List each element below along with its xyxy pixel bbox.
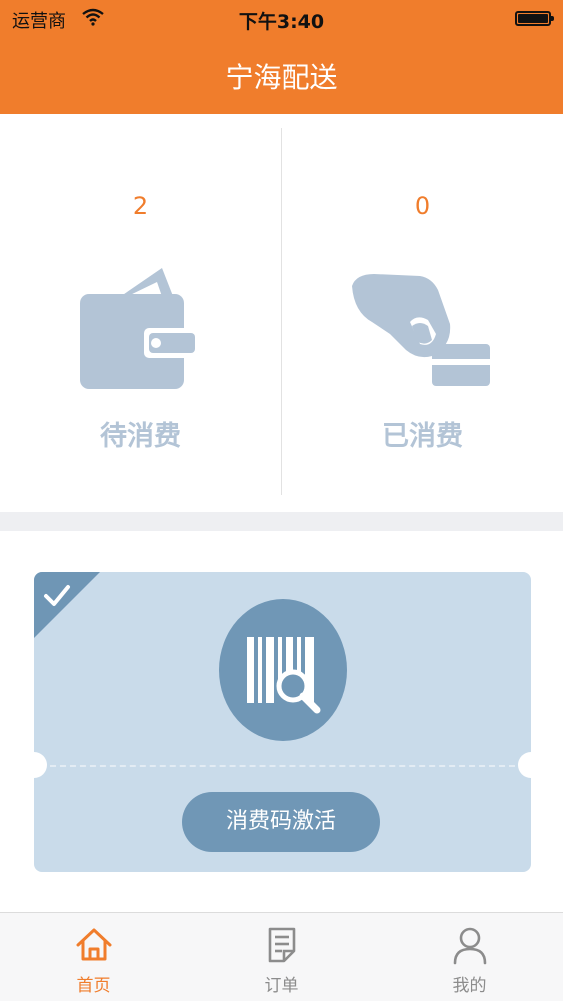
clock: 下午3:40 [238,11,325,33]
activate-code-button[interactable]: 消费码激活 [182,792,380,852]
tab-bar: 首页 订单 我的 [0,912,563,1001]
tab-orders[interactable]: 订单 [188,913,375,1001]
wallet-icon [80,268,200,389]
ticket-notch-right [518,752,544,778]
page-title: 宁海配送 [225,61,338,94]
tab-orders-label: 订单 [264,976,299,996]
consumed-count: 0 [414,192,431,220]
consumed-label: 已消费 [382,421,463,452]
home-icon [76,928,112,961]
checkmark-icon [34,572,100,638]
hand-card-icon [352,274,490,386]
tab-profile-label: 我的 [452,976,487,996]
stats-divider [281,128,282,495]
pending-label: 待消费 [100,421,181,452]
nav-bar: 宁海配送 [0,38,563,114]
barcode-search-icon [219,599,347,741]
tab-profile[interactable]: 我的 [376,913,563,1001]
ticket-perforation [50,765,515,767]
section-gap [0,512,563,531]
battery-icon [515,11,554,26]
order-icon [268,927,296,963]
status-bar: 运营商 下午3:40 [0,0,563,38]
tab-home-label: 首页 [76,976,111,996]
pending-stat[interactable]: 2 待消费 [0,114,281,512]
ticket-notch-left [21,752,47,778]
consumed-stat[interactable]: 0 已消费 [282,114,563,512]
user-icon [453,927,487,965]
tab-home[interactable]: 首页 [0,913,187,1001]
pending-count: 2 [132,192,149,220]
